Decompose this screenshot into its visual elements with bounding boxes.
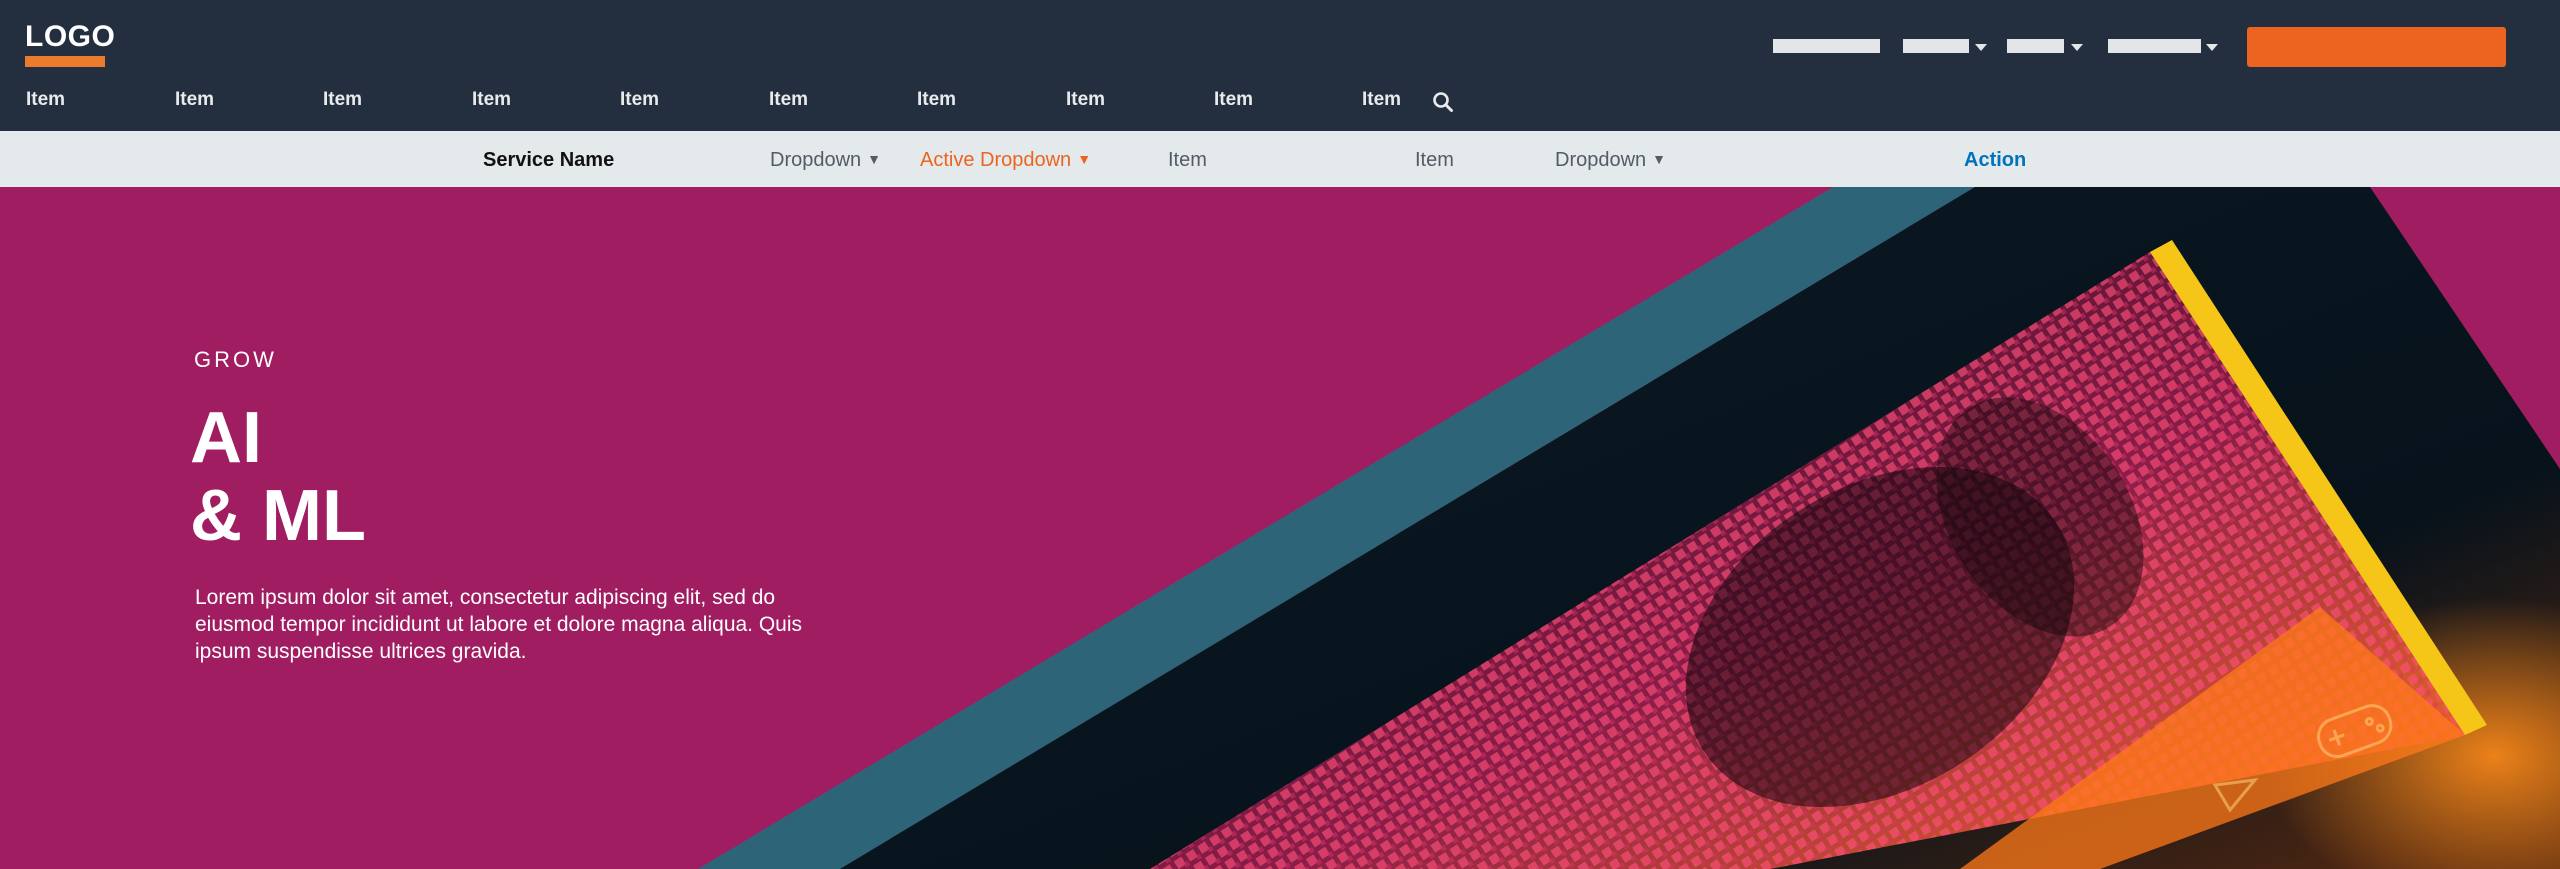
hero-headline-line-1: AI [190, 398, 262, 478]
subnav-active-dropdown[interactable]: Active Dropdown ▼ [920, 149, 1091, 172]
main-nav-item[interactable]: Item [620, 89, 659, 111]
subnav-dropdown-1-label: Dropdown [770, 149, 862, 171]
search-icon[interactable] [1432, 91, 1454, 113]
subnav-active-dropdown-label: Active Dropdown [920, 149, 1072, 171]
main-nav-item[interactable]: Item [26, 89, 65, 111]
caret-down-icon [1975, 44, 1987, 51]
primary-cta-button[interactable] [2247, 27, 2506, 67]
caret-down-icon: ▼ [867, 151, 882, 167]
main-nav-item[interactable]: Item [917, 89, 956, 111]
utility-dropdown-2[interactable] [2007, 39, 2064, 53]
hero-banner: GROW AI & ML Lorem ipsum dolor sit amet,… [0, 187, 2560, 869]
caret-down-icon [2206, 44, 2218, 51]
main-nav-item[interactable]: Item [323, 89, 362, 111]
utility-link-1[interactable] [1773, 39, 1880, 53]
main-nav-item[interactable]: Item [1214, 89, 1253, 111]
subnav-item-1[interactable]: Item [1168, 149, 1207, 172]
hero-artwork [698, 187, 2560, 869]
logo-text: LOGO [25, 20, 116, 53]
hero-eyebrow: GROW [194, 347, 277, 372]
main-nav-item[interactable]: Item [1066, 89, 1105, 111]
caret-down-icon: ▼ [1077, 151, 1092, 167]
logo[interactable]: LOGO [25, 20, 116, 67]
caret-down-icon: ▼ [1652, 151, 1667, 167]
main-nav-item[interactable]: Item [1362, 89, 1401, 111]
hero-body-text: Lorem ipsum dolor sit amet, consectetur … [195, 586, 803, 663]
subnav-item-2[interactable]: Item [1415, 149, 1454, 172]
main-nav-item[interactable]: Item [472, 89, 511, 111]
subnav-action-link[interactable]: Action [1964, 149, 2026, 172]
logo-underline [25, 56, 105, 67]
service-sub-nav: Service Name Dropdown ▼ Active Dropdown ▼ … [0, 131, 2560, 187]
main-nav-item[interactable]: Item [769, 89, 808, 111]
main-nav-item[interactable]: Item [175, 89, 214, 111]
caret-down-icon [2071, 44, 2083, 51]
subnav-dropdown-2-label: Dropdown [1555, 149, 1647, 171]
utility-dropdown-3[interactable] [2108, 39, 2201, 53]
top-navigation: LOGO Item Item Item Item Item Item Item … [0, 0, 2560, 131]
hero-headline-line-2: & ML [190, 476, 366, 556]
subnav-dropdown-1[interactable]: Dropdown ▼ [770, 149, 881, 172]
subnav-dropdown-2[interactable]: Dropdown ▼ [1555, 149, 1666, 172]
utility-dropdown-1[interactable] [1903, 39, 1969, 53]
service-name[interactable]: Service Name [483, 149, 614, 172]
hero-headline: AI & ML [190, 399, 366, 555]
